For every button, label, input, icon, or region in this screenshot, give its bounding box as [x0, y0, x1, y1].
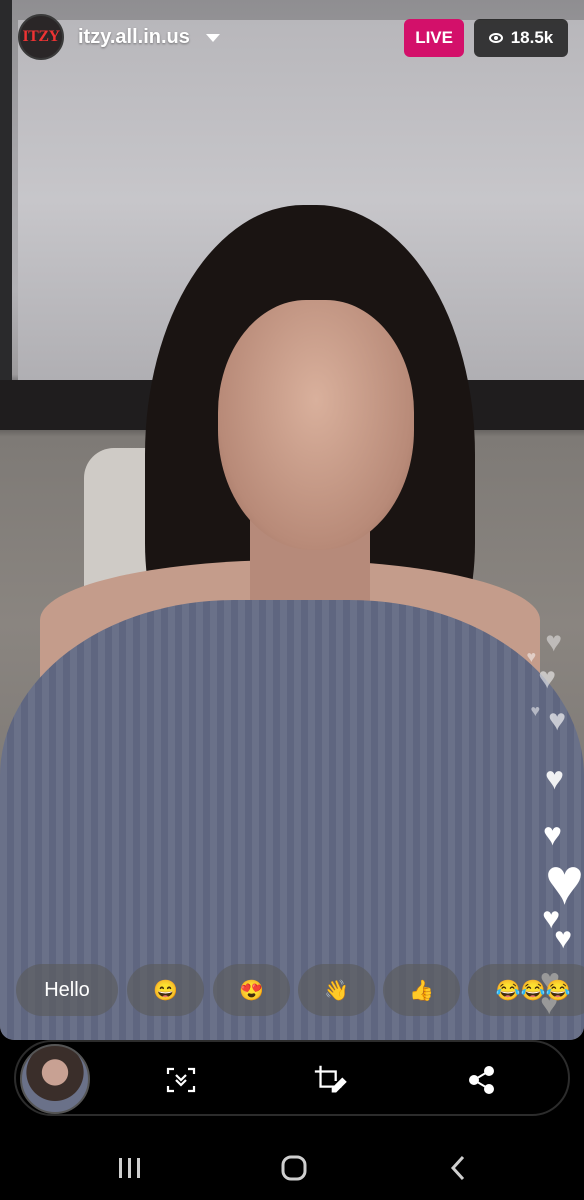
quick-reply-emoji-laugh[interactable]: 😂😂😂 [468, 964, 584, 1016]
profile-avatar[interactable]: ITZY [18, 14, 64, 60]
chevron-down-icon[interactable] [206, 34, 220, 42]
quick-reply-emoji-grin[interactable]: 😄 [127, 964, 204, 1016]
stream-thumbnail[interactable] [20, 1044, 90, 1114]
expand-icon[interactable] [163, 1062, 199, 1098]
quick-reply-emoji-wave[interactable]: 👋 [298, 964, 375, 1016]
video-control-bar [14, 1040, 570, 1116]
eye-icon [488, 33, 503, 43]
streamer-face [218, 300, 414, 550]
viewer-count-badge[interactable]: 18.5k [474, 19, 568, 57]
crop-edit-icon[interactable] [312, 1062, 348, 1098]
quick-reply-row: Hello 😄 😍 👋 👍 😂😂😂 [16, 964, 584, 1020]
share-icon[interactable] [464, 1062, 500, 1098]
quick-reply-emoji-heart-eyes[interactable]: 😍 [213, 964, 290, 1016]
viewer-count: 18.5k [510, 28, 554, 47]
recent-apps-icon[interactable] [110, 1148, 150, 1188]
background-wall [0, 0, 12, 400]
home-icon[interactable] [274, 1148, 314, 1188]
live-badge: LIVE [404, 19, 464, 57]
quick-reply-hello[interactable]: Hello [16, 964, 118, 1016]
back-icon[interactable] [438, 1148, 478, 1188]
quick-reply-emoji-thumbs-up[interactable]: 👍 [383, 964, 460, 1016]
live-video[interactable]: ITZY itzy.all.in.us LIVE 18.5k ♥ ♥ ♥ ♥ ♥… [0, 0, 584, 1040]
profile-logo-text: ITZY [22, 28, 60, 45]
heart-icon: ♥ [545, 626, 562, 657]
live-header: ITZY itzy.all.in.us LIVE 18.5k [16, 14, 570, 62]
system-navigation-bar [0, 1130, 584, 1200]
account-username[interactable]: itzy.all.in.us [78, 26, 190, 49]
